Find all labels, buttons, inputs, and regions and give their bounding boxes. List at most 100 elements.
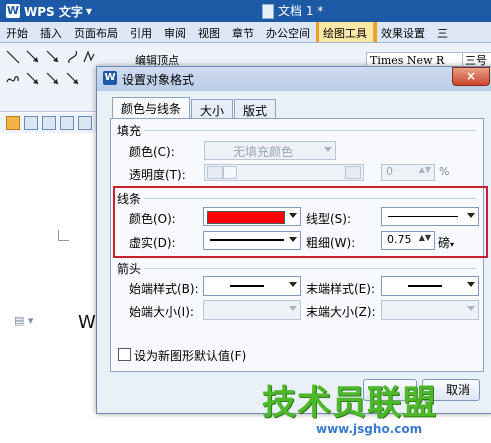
transparency-value: 0: [386, 165, 393, 178]
dash-label: 虚实(D):: [129, 236, 176, 250]
document-icon: [262, 4, 274, 19]
color-swatch: [207, 211, 285, 224]
menu-effect-settings[interactable]: 效果设置: [374, 22, 431, 42]
end-size-combo: [381, 300, 479, 320]
paragraph-options-icon[interactable]: ▤ ▾: [14, 314, 33, 327]
cancel-label: 取消: [445, 383, 470, 397]
tab-layout[interactable]: 版式: [234, 99, 277, 120]
chevron-down-icon: [289, 306, 297, 311]
undo-icon[interactable]: [78, 116, 92, 130]
transparency-slider: [204, 164, 364, 181]
menu-drawing-tools[interactable]: 绘图工具: [316, 22, 374, 42]
app-menu-button[interactable]: W WPS 文字 ▼: [6, 3, 92, 19]
weight-input[interactable]: 0.75 ▲▼: [381, 231, 435, 250]
line-style-preview: [388, 216, 458, 217]
elbow-connector-icon[interactable]: [26, 72, 40, 86]
close-button[interactable]: ×: [452, 67, 490, 86]
chevron-down-icon: [467, 306, 475, 311]
chevron-down-icon: ▼: [85, 6, 93, 16]
begin-style-combo[interactable]: [203, 276, 301, 296]
freeform-shape-icon[interactable]: [82, 50, 96, 64]
chevron-down-icon: [467, 213, 475, 218]
weight-unit-label[interactable]: 磅▾: [438, 234, 454, 251]
chevron-down-icon: [467, 282, 475, 287]
line-shape-icon[interactable]: [6, 50, 20, 64]
divider: [144, 130, 476, 131]
watermark-url: www.jsgho.com: [316, 422, 423, 436]
open-folder-icon[interactable]: [6, 116, 20, 130]
divider: [144, 198, 476, 199]
dash-preview: [210, 239, 284, 241]
watermark-logo: 技术员联盟: [262, 383, 437, 423]
tab-colors-and-lines[interactable]: 颜色与线条: [112, 97, 191, 120]
print-preview-icon[interactable]: [60, 116, 74, 130]
line-color-label: 颜色(O):: [129, 212, 176, 226]
unit-text: 磅: [438, 236, 451, 250]
curve-shape-icon[interactable]: [66, 50, 80, 64]
arrow-shape-icon[interactable]: [46, 50, 60, 64]
document-text: W: [78, 312, 96, 333]
fill-section-title: 填充: [117, 124, 142, 138]
menu-home[interactable]: 开始: [0, 22, 34, 42]
menu-office-space[interactable]: 办公空间: [260, 22, 316, 42]
begin-size-label: 始端大小(I):: [129, 305, 194, 319]
wps-logo-icon: W: [6, 4, 20, 18]
slider-right-arrow-icon: [345, 166, 361, 179]
dialog-title: 设置对象格式: [122, 73, 195, 87]
spinner-icon: ▲▼: [418, 165, 431, 174]
fill-color-combo: 无填充颜色: [204, 141, 336, 160]
menu-references[interactable]: 引用: [124, 22, 158, 42]
chevron-down-icon: [289, 213, 297, 218]
app-name: WPS 文字: [24, 4, 83, 19]
document-title: 文档 1 *: [278, 4, 324, 18]
print-icon[interactable]: [42, 116, 56, 130]
transparency-input: 0 ▲▼: [381, 164, 435, 181]
save-icon[interactable]: [24, 116, 38, 130]
menu-page-layout[interactable]: 页面布局: [68, 22, 124, 42]
arrow-shape-icon[interactable]: [26, 50, 40, 64]
line-section-title: 线条: [117, 192, 142, 206]
dash-combo[interactable]: [203, 231, 301, 250]
tab-size[interactable]: 大小: [191, 99, 234, 120]
menu-overflow[interactable]: 三: [431, 22, 454, 42]
arrows-section-title: 箭头: [117, 262, 142, 276]
menu-bar: 开始 插入 页面布局 引用 审阅 视图 章节 办公空间 绘图工具 效果设置 三: [0, 22, 491, 43]
line-style-label: 线型(S):: [306, 212, 352, 226]
double-arrow-icon[interactable]: [66, 72, 80, 86]
slider-thumb: [223, 166, 237, 179]
spinner-icon[interactable]: ▲▼: [419, 233, 431, 242]
weight-label: 粗细(W):: [306, 236, 356, 250]
divider: [144, 268, 476, 269]
margin-marker: [58, 230, 69, 241]
end-size-label: 末端大小(Z):: [306, 305, 376, 319]
end-style-combo[interactable]: [381, 276, 479, 296]
arrow-preview: [230, 285, 264, 287]
default-checkbox[interactable]: [118, 348, 131, 361]
chevron-down-icon: [289, 237, 297, 242]
dialog-tabs: 颜色与线条 大小 版式: [112, 97, 277, 120]
end-style-label: 末端样式(E):: [306, 282, 375, 296]
chevron-down-icon: [289, 282, 297, 287]
slider-left-arrow-icon: [207, 166, 223, 179]
menu-view[interactable]: 视图: [192, 22, 226, 42]
line-color-combo[interactable]: [203, 207, 301, 226]
transparency-label: 透明度(T):: [129, 168, 186, 182]
line-style-combo[interactable]: [381, 207, 479, 226]
arrow-preview: [408, 285, 442, 287]
shapes-gallery[interactable]: [4, 48, 96, 94]
menu-chapter[interactable]: 章节: [226, 22, 260, 42]
default-checkbox-label[interactable]: 设为新图形默认值(F): [134, 347, 246, 364]
chevron-down-icon: [324, 147, 332, 152]
quick-access-bar: [0, 113, 106, 133]
menu-review[interactable]: 审阅: [158, 22, 192, 42]
fill-color-value: 无填充颜色: [232, 145, 293, 159]
fill-color-label: 颜色(C):: [129, 145, 175, 159]
connector-icon[interactable]: [46, 72, 60, 86]
percent-label: %: [439, 165, 450, 178]
menu-insert[interactable]: 插入: [34, 22, 68, 42]
begin-size-combo: [203, 300, 301, 320]
begin-style-label: 始端样式(B):: [129, 282, 199, 296]
wps-logo-icon: W: [103, 71, 117, 85]
scribble-shape-icon[interactable]: [6, 72, 20, 86]
chevron-down-icon: ▾: [450, 240, 455, 249]
